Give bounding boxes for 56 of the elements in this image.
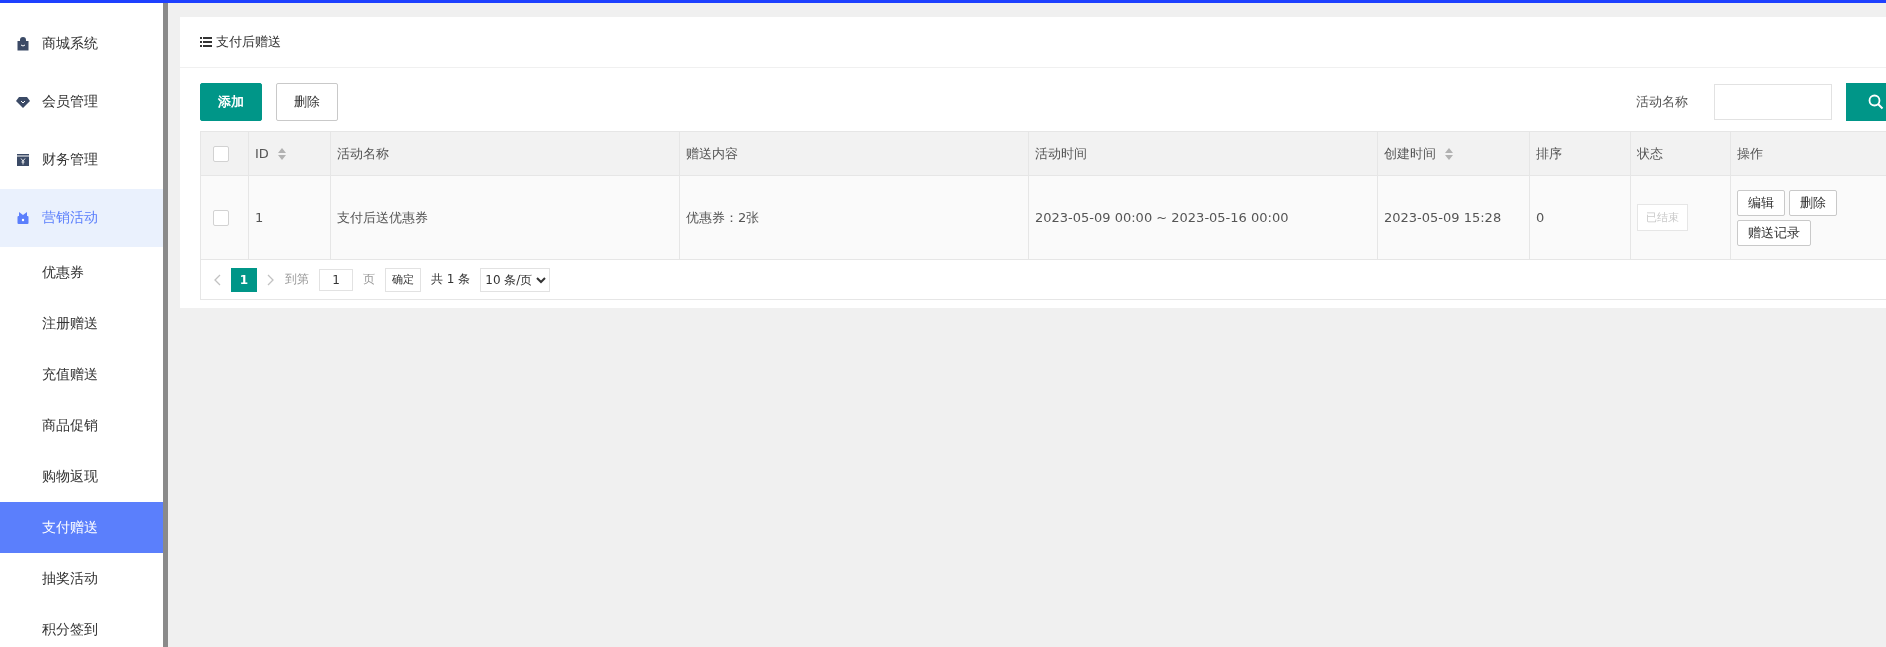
add-button[interactable]: 添加 [200,83,262,121]
action-button[interactable]: 赠送记录 [1737,219,1811,246]
checkbox[interactable] [213,209,229,226]
search-label: 活动名称 [1636,93,1688,111]
column-header: 活动时间 [1028,131,1378,176]
sidebar-item-label: 会员管理 [42,93,98,111]
column-header: 创建时间 [1377,131,1530,176]
column-header: 赠送内容 [679,131,1029,176]
table-cell: 支付后送优惠券 [330,175,680,260]
sidebar-subitem[interactable]: 充值赠送 [0,349,163,400]
column-header: 活动名称 [330,131,680,176]
action-button[interactable]: 编辑 [1737,189,1785,216]
delete-button[interactable]: 删除 [276,83,338,121]
sidebar-subitem[interactable]: 注册赠送 [0,298,163,349]
page-number[interactable]: 1 [231,267,257,292]
search-icon [1868,94,1884,110]
table-cell: 2023-05-09 15:28 [1377,175,1530,260]
sidebar-subitem[interactable]: 购物返现 [0,451,163,502]
table-cell: 优惠券：2张 [679,175,1029,260]
bag-icon [16,37,30,51]
sidebar-item[interactable]: 会员管理 [0,73,163,131]
gift-box-icon [16,211,30,225]
page-title: 支付后赠送 [216,33,281,51]
column-header: 操作 [1730,131,1886,176]
sidebar-item-label: 营销活动 [42,209,98,227]
table-cell: 1 [248,175,331,260]
column-header: 状态 [1630,131,1731,176]
table-cell: 0 [1529,175,1631,260]
sidebar-item-label: 商城系统 [42,35,98,53]
column-header: ID [248,131,331,176]
sidebar-item[interactable]: 商城系统 [0,15,163,73]
page-input[interactable]: 1 [319,268,353,291]
checkbox[interactable] [213,145,229,162]
total-count: 共 1 条 [431,271,471,288]
confirm-button[interactable]: 确定 [385,267,421,292]
diamond-icon [16,95,30,109]
sort-icon[interactable] [276,147,287,162]
yuan-box-icon [16,153,30,167]
table-cell: 2023-05-09 00:00 ~ 2023-05-16 00:00 [1028,175,1378,260]
page-unit: 页 [363,271,375,288]
action-button[interactable]: 删除 [1789,189,1837,216]
sidebar-item[interactable]: 财务管理 [0,131,163,189]
column-header: 排序 [1529,131,1631,176]
sidebar-subitem[interactable]: 商品促销 [0,400,163,451]
sidebar-subitem[interactable]: 积分签到 [0,604,163,647]
list-icon [200,37,212,47]
sidebar-subitem[interactable]: 优惠券 [0,247,163,298]
goto-label: 到第 [285,271,309,288]
prev-page-icon[interactable] [213,273,221,286]
page-size-select[interactable]: 10 条/页 [480,267,551,292]
sidebar-item-label: 财务管理 [42,151,98,169]
sidebar-subitem[interactable]: 支付赠送 [0,502,163,553]
search-field[interactable] [1714,84,1832,120]
next-page-icon[interactable] [267,273,275,286]
sort-icon[interactable] [1444,147,1454,161]
sidebar-subitem[interactable]: 抽奖活动 [0,553,163,604]
